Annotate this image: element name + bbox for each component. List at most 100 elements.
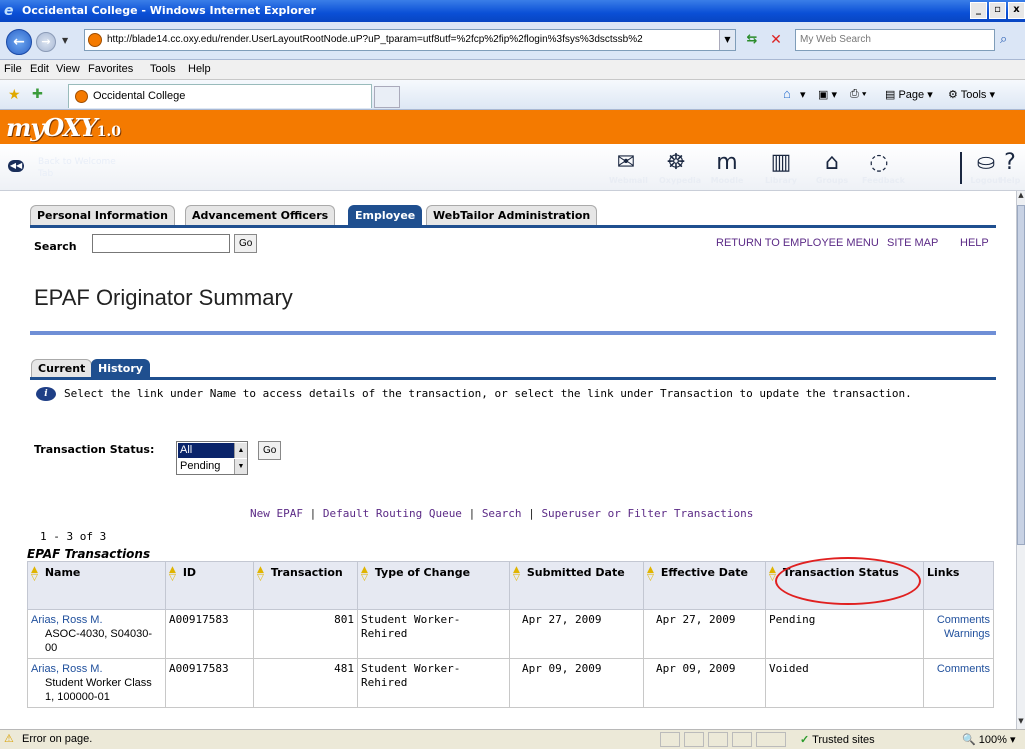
col-type-label: Type of Change xyxy=(374,566,471,579)
menu-favorites[interactable]: Favorites xyxy=(88,63,133,75)
library-button[interactable]: ▥ Library xyxy=(764,150,798,188)
favorites-star-icon[interactable]: ★ xyxy=(8,86,21,103)
sort-arrows-icon[interactable]: ▲ ▽ xyxy=(513,566,523,583)
ie-logo-icon: e xyxy=(4,3,14,19)
vertical-scrollbar[interactable]: ▲ ▼ xyxy=(1016,191,1025,729)
feeds-icon[interactable]: ▣ ▾ xyxy=(818,88,837,101)
comments-link[interactable]: Comments xyxy=(927,662,990,676)
tab-personal-information[interactable]: Personal Information xyxy=(30,205,175,225)
col-id[interactable]: ▲ ▽ ID xyxy=(165,561,254,610)
browser-tab-occidental[interactable]: Occidental College xyxy=(68,84,372,108)
tools-menu[interactable]: ⚙ Tools ▾ xyxy=(948,88,995,101)
sort-arrows-icon[interactable]: ▲ ▽ xyxy=(361,566,371,583)
tab-advancement-officers[interactable]: Advancement Officers xyxy=(185,205,336,225)
employee-name-link[interactable]: Arias, Ross M. xyxy=(31,613,162,627)
banner-search-input[interactable] xyxy=(92,234,230,253)
sort-arrows-icon[interactable]: ▲ ▽ xyxy=(257,566,267,583)
zoom-control[interactable]: 🔍 100% ▾ xyxy=(962,733,1015,746)
close-window-button[interactable]: x xyxy=(1008,2,1025,19)
scroll-down-icon[interactable]: ▼ xyxy=(1017,717,1025,729)
menu-tools[interactable]: Tools xyxy=(150,63,176,75)
default-routing-queue-link[interactable]: Default Routing Queue xyxy=(323,507,462,520)
groups-label: Groups xyxy=(815,176,849,185)
status-panel xyxy=(732,732,752,747)
webmail-button[interactable]: ✉ Webmail xyxy=(609,150,648,188)
col-effective-date[interactable]: ▲ ▽ Effective Date xyxy=(643,561,766,610)
menu-help[interactable]: Help xyxy=(188,63,211,75)
employee-name-link[interactable]: Arias, Ross M. xyxy=(31,662,162,676)
tab-webtailor-administration[interactable]: WebTailor Administration xyxy=(426,205,598,225)
cell-submitted: Apr 09, 2009 xyxy=(509,658,644,708)
back-button[interactable]: ← xyxy=(6,29,32,55)
col-name[interactable]: ▲ ▽ Name xyxy=(27,561,166,610)
cell-status: Voided xyxy=(765,658,924,708)
add-favorite-icon[interactable]: ✚ xyxy=(32,86,43,102)
cell-status: Pending xyxy=(765,609,924,659)
search-magnifier-icon[interactable]: ⌕ xyxy=(1000,32,1007,47)
listbox-scroll-up-icon[interactable]: ▲ xyxy=(234,443,247,458)
forward-button[interactable]: → xyxy=(36,32,56,52)
minimize-button[interactable]: _ xyxy=(970,2,987,19)
tab-employee[interactable]: Employee xyxy=(348,205,423,225)
status-option-pending[interactable]: Pending xyxy=(178,459,234,474)
cell-type: Student Worker-Rehired xyxy=(357,609,510,659)
help-button[interactable]: ? Help xyxy=(996,150,1024,188)
status-go-button[interactable]: Go xyxy=(258,441,282,460)
comments-link[interactable]: Comments xyxy=(927,613,990,627)
search-go-button[interactable]: Go xyxy=(234,234,258,253)
cell-effective: Apr 09, 2009 xyxy=(643,658,766,708)
maximize-button[interactable]: ▫ xyxy=(989,2,1006,19)
home-icon[interactable]: ⌂ xyxy=(783,86,791,101)
search-label: Search xyxy=(34,240,77,253)
cell-transaction[interactable]: 801 xyxy=(253,609,358,659)
warnings-link[interactable]: Warnings xyxy=(927,627,990,641)
myoxy-logo[interactable]: myOXY1.0 xyxy=(6,113,121,142)
sort-arrows-icon[interactable]: ▲ ▽ xyxy=(769,566,779,583)
cell-transaction[interactable]: 481 xyxy=(253,658,358,708)
superuser-filter-link[interactable]: Superuser or Filter Transactions xyxy=(541,507,753,520)
print-icon[interactable]: ⎙ ▾ xyxy=(850,88,866,101)
tab-history[interactable]: History xyxy=(91,359,150,377)
oxypedia-button[interactable]: ☸ Oxypedia xyxy=(659,150,701,188)
feedback-button[interactable]: ◌ Feedback xyxy=(862,150,905,188)
status-option-all[interactable]: All xyxy=(178,443,234,458)
col-transaction-status[interactable]: ▲ ▽ Transaction Status xyxy=(765,561,924,610)
sort-arrows-icon[interactable]: ▲ ▽ xyxy=(31,566,41,583)
security-zone[interactable]: ✓ Trusted sites xyxy=(800,733,875,746)
col-type-of-change[interactable]: ▲ ▽ Type of Change xyxy=(357,561,510,610)
history-dropdown-icon[interactable]: ▼ xyxy=(62,36,68,45)
home-dropdown-icon[interactable]: ▾ xyxy=(800,88,806,101)
scroll-thumb[interactable] xyxy=(1017,205,1025,545)
address-dropdown-icon[interactable]: ▼ xyxy=(719,30,735,50)
web-search-input[interactable]: My Web Search xyxy=(795,29,995,51)
stop-button[interactable]: ✕ xyxy=(766,30,786,50)
moodle-button[interactable]: m Moodle xyxy=(710,150,744,188)
return-to-employee-menu-link[interactable]: RETURN TO EMPLOYEE MENU xyxy=(716,237,879,249)
tab-current[interactable]: Current xyxy=(31,359,93,377)
transaction-status-listbox[interactable]: All Pending ▲ ▼ xyxy=(176,441,248,475)
url-text[interactable]: http://blade14.cc.oxy.edu/render.UserLay… xyxy=(107,34,717,45)
help-link[interactable]: HELP xyxy=(960,237,989,249)
status-message[interactable]: Error on page. xyxy=(22,733,92,745)
refresh-button[interactable]: ⇆ xyxy=(742,30,762,50)
col-name-label: Name xyxy=(44,566,81,579)
page-menu[interactable]: ▤ Page ▾ xyxy=(885,88,933,101)
menu-edit[interactable]: Edit xyxy=(30,63,49,75)
sort-arrows-icon[interactable]: ▲ ▽ xyxy=(647,566,657,583)
warning-icon[interactable]: ⚠ xyxy=(4,733,16,745)
scroll-up-icon[interactable]: ▲ xyxy=(1017,191,1025,203)
link-separator: | xyxy=(309,507,317,520)
menu-view[interactable]: View xyxy=(56,63,80,75)
sort-arrows-icon[interactable]: ▲ ▽ xyxy=(169,566,179,583)
cell-id: A00917583 xyxy=(165,658,254,708)
menu-file[interactable]: File xyxy=(4,63,22,75)
col-transaction[interactable]: ▲ ▽ Transaction xyxy=(253,561,358,610)
address-bar[interactable]: http://blade14.cc.oxy.edu/render.UserLay… xyxy=(84,29,736,51)
new-tab-button[interactable] xyxy=(374,86,400,108)
col-submitted-date[interactable]: ▲ ▽ Submitted Date xyxy=(509,561,644,610)
search-link[interactable]: Search xyxy=(482,507,522,520)
site-map-link[interactable]: SITE MAP xyxy=(887,237,938,249)
listbox-scroll-down-icon[interactable]: ▼ xyxy=(234,459,247,474)
groups-button[interactable]: ⌂ Groups xyxy=(815,150,849,188)
new-epaf-link[interactable]: New EPAF xyxy=(250,507,303,520)
